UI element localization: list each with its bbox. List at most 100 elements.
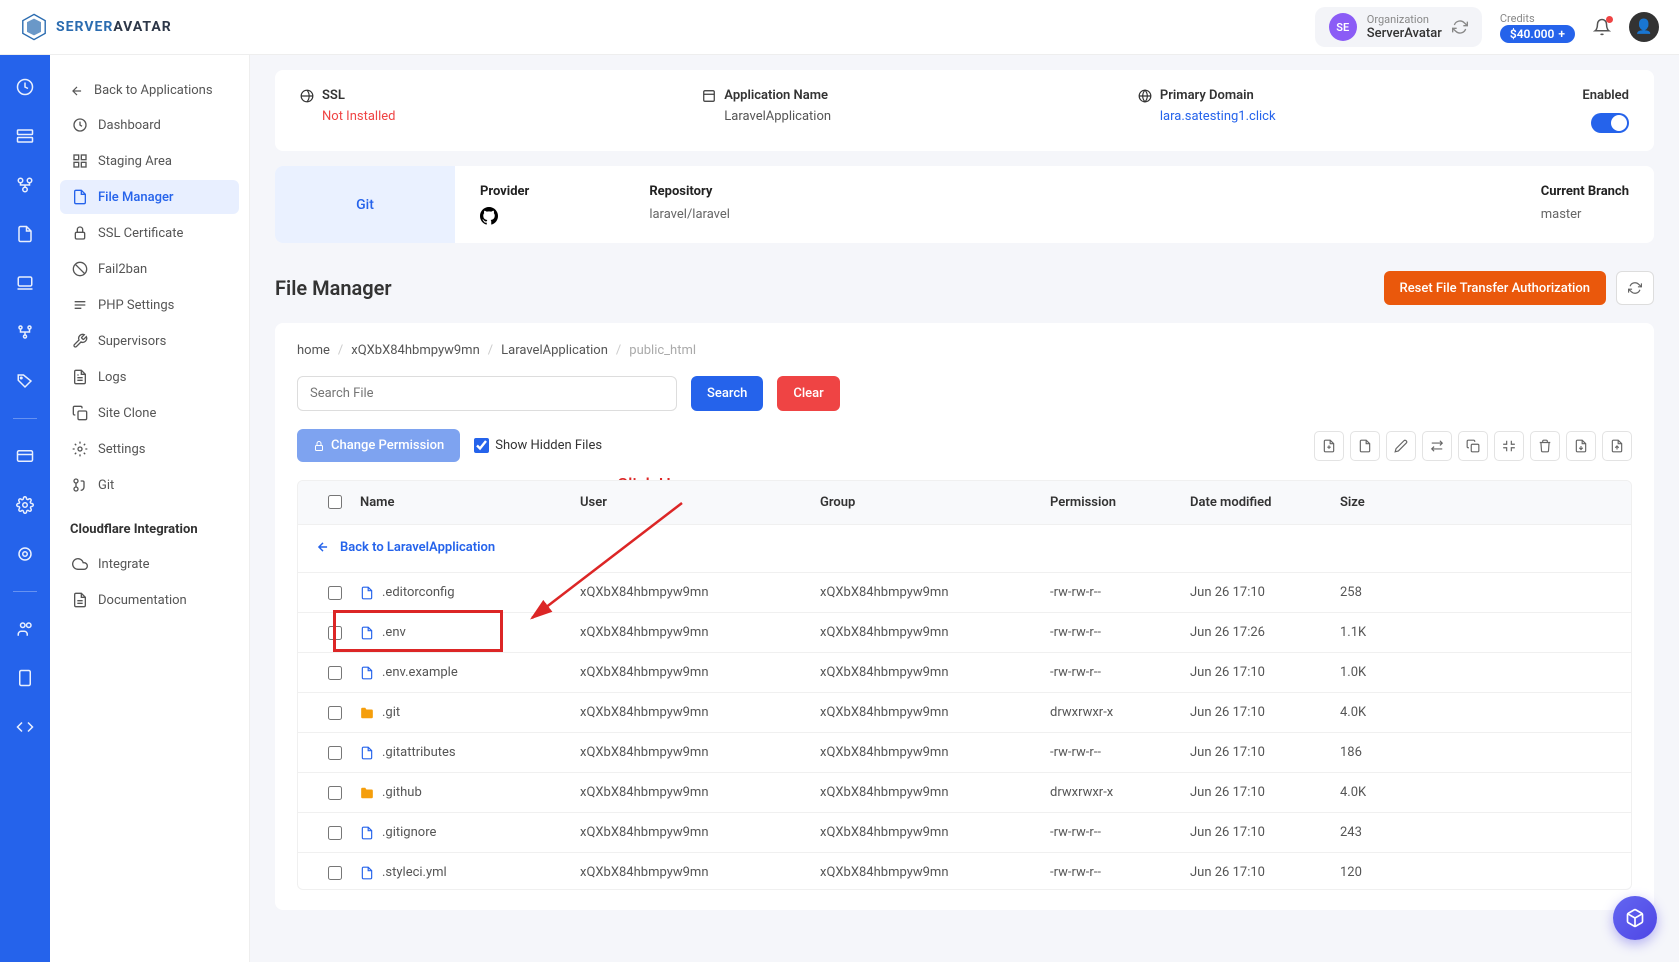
row-checkbox[interactable] (328, 866, 342, 880)
site-clone-icon (72, 405, 88, 421)
org-label: Organization (1367, 13, 1442, 26)
file-row[interactable]: .env.example xQXbX84hbmpyw9mn xQXbX84hbm… (298, 652, 1631, 692)
search-input[interactable] (297, 376, 677, 411)
file-row[interactable]: .styleci.yml xQXbX84hbmpyw9mn xQXbX84hbm… (298, 852, 1631, 890)
rail-tag-icon[interactable] (13, 369, 37, 393)
sidebar-site-clone[interactable]: Site Clone (60, 396, 239, 430)
new-folder-button[interactable] (1350, 431, 1380, 461)
dashboard-icon (72, 117, 88, 133)
sidebar-staging-area[interactable]: Staging Area (60, 144, 239, 178)
user-avatar[interactable]: 👤 (1629, 12, 1659, 42)
sidebar-documentation[interactable]: Documentation (60, 583, 239, 617)
edit-button[interactable] (1386, 431, 1416, 461)
row-checkbox[interactable] (328, 666, 342, 680)
col-size: Size (1340, 495, 1420, 510)
refresh-button[interactable] (1616, 271, 1654, 305)
git-tab[interactable]: Git (275, 166, 455, 243)
domain-value[interactable]: lara.satesting1.click (1160, 109, 1276, 124)
back-to-applications[interactable]: Back to Applications (60, 75, 239, 106)
rail-team-icon[interactable] (13, 617, 37, 641)
file-row[interactable]: .git xQXbX84hbmpyw9mn xQXbX84hbmpyw9mn d… (298, 692, 1631, 732)
sidebar-settings[interactable]: Settings (60, 432, 239, 466)
file-row[interactable]: .env xQXbX84hbmpyw9mn xQXbX84hbmpyw9mn -… (298, 612, 1631, 652)
rail-laptop-icon[interactable] (13, 271, 37, 295)
rail-tablet-icon[interactable] (13, 666, 37, 690)
file-name[interactable]: .git (360, 705, 580, 720)
row-checkbox[interactable] (328, 626, 342, 640)
rail-gear-icon[interactable] (13, 542, 37, 566)
file-icon (360, 626, 374, 640)
compress-button[interactable] (1494, 431, 1524, 461)
change-permission-button[interactable]: Change Permission (297, 429, 460, 462)
rail-dashboard-icon[interactable] (13, 75, 37, 99)
enabled-toggle[interactable] (1591, 113, 1629, 133)
sidebar-fail2ban[interactable]: Fail2ban (60, 252, 239, 286)
file-size: 1.0K (1340, 665, 1420, 680)
sidebar-file-manager[interactable]: File Manager (60, 180, 239, 214)
help-bubble[interactable] (1613, 896, 1657, 940)
sidebar-supervisors[interactable]: Supervisors (60, 324, 239, 358)
notification-bell-icon[interactable] (1593, 18, 1611, 36)
git-icon (72, 477, 88, 493)
file-row[interactable]: .gitattributes xQXbX84hbmpyw9mn xQXbX84h… (298, 732, 1631, 772)
row-checkbox[interactable] (328, 586, 342, 600)
org-selector[interactable]: SE Organization ServerAvatar (1315, 7, 1482, 47)
delete-button[interactable] (1530, 431, 1560, 461)
upload-button[interactable] (1602, 431, 1632, 461)
copy-button[interactable] (1458, 431, 1488, 461)
file-icon (360, 746, 374, 760)
git-repo-label: Repository (649, 184, 730, 199)
file-row[interactable]: .editorconfig xQXbX84hbmpyw9mn xQXbX84hb… (298, 572, 1631, 612)
rail-card-icon[interactable] (13, 444, 37, 468)
file-name[interactable]: .gitattributes (360, 745, 580, 760)
reset-authorization-button[interactable]: Reset File Transfer Authorization (1384, 271, 1606, 305)
breadcrumb-item[interactable]: LaravelApplication (501, 343, 608, 358)
back-to-parent-row[interactable]: Back to LaravelApplication (298, 524, 1631, 572)
main-content: SSL Not Installed Application Name Larav… (250, 55, 1679, 950)
rail-branch-icon[interactable] (13, 320, 37, 344)
sidebar-git[interactable]: Git (60, 468, 239, 502)
sidebar-integrate[interactable]: Integrate (60, 547, 239, 581)
select-all-checkbox[interactable] (328, 495, 342, 509)
show-hidden-checkbox[interactable]: Show Hidden Files (474, 438, 602, 453)
refresh-icon[interactable] (1452, 19, 1468, 35)
rail-code-icon[interactable] (13, 715, 37, 739)
breadcrumb-item[interactable]: home (297, 343, 330, 358)
move-button[interactable] (1422, 431, 1452, 461)
file-icon (360, 866, 374, 880)
breadcrumb: home/xQXbX84hbmpyw9mn/LaravelApplication… (297, 343, 1632, 358)
row-checkbox[interactable] (328, 746, 342, 760)
file-group: xQXbX84hbmpyw9mn (820, 825, 1050, 840)
sidebar-dashboard[interactable]: Dashboard (60, 108, 239, 142)
row-checkbox[interactable] (328, 826, 342, 840)
credits-pill[interactable]: $40.000 + (1500, 25, 1575, 43)
file-name[interactable]: .styleci.yml (360, 865, 580, 880)
document-icon (72, 592, 88, 608)
col-permission: Permission (1050, 495, 1190, 510)
search-button[interactable]: Search (691, 376, 763, 411)
file-user: xQXbX84hbmpyw9mn (580, 665, 820, 680)
sidebar-item-label: Logs (98, 370, 126, 385)
new-file-button[interactable] (1314, 431, 1344, 461)
clear-button[interactable]: Clear (777, 376, 839, 411)
rail-servers-icon[interactable] (13, 124, 37, 148)
file-name[interactable]: .env.example (360, 665, 580, 680)
row-checkbox[interactable] (328, 786, 342, 800)
download-button[interactable] (1566, 431, 1596, 461)
file-group: xQXbX84hbmpyw9mn (820, 665, 1050, 680)
breadcrumb-item[interactable]: xQXbX84hbmpyw9mn (351, 343, 480, 358)
sidebar-php-settings[interactable]: PHP Settings (60, 288, 239, 322)
sidebar-logs[interactable]: Logs (60, 360, 239, 394)
rail-settings-icon[interactable] (13, 493, 37, 517)
file-row[interactable]: .gitignore xQXbX84hbmpyw9mn xQXbX84hbmpy… (298, 812, 1631, 852)
sidebar-ssl-certificate[interactable]: SSL Certificate (60, 216, 239, 250)
row-checkbox[interactable] (328, 706, 342, 720)
file-name[interactable]: .gitignore (360, 825, 580, 840)
rail-file-icon[interactable] (13, 222, 37, 246)
file-group: xQXbX84hbmpyw9mn (820, 785, 1050, 800)
rail-stack-icon[interactable] (13, 173, 37, 197)
file-row[interactable]: .github xQXbX84hbmpyw9mn xQXbX84hbmpyw9m… (298, 772, 1631, 812)
file-name[interactable]: .github (360, 785, 580, 800)
logo[interactable]: SERVERAVATAR (20, 13, 172, 41)
sidebar: Back to Applications DashboardStaging Ar… (50, 55, 250, 962)
